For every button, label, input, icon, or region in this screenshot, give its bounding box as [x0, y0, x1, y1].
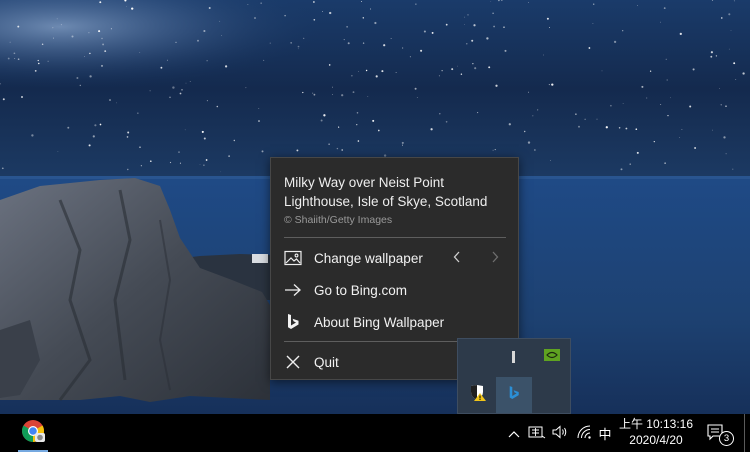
previous-wallpaper-button[interactable]: [447, 249, 467, 269]
clock-time: 上午 10:13:16: [618, 417, 694, 431]
chevron-up-icon: [508, 426, 520, 441]
chevron-right-icon: [490, 250, 500, 269]
show-desktop-button[interactable]: [744, 414, 745, 452]
about-bing-wallpaper-label: About Bing Wallpaper: [314, 314, 445, 330]
taskbar-button-chrome[interactable]: [12, 414, 54, 452]
bing-logo-icon: [281, 310, 305, 334]
go-to-bing-item[interactable]: Go to Bing.com: [277, 276, 513, 304]
image-icon: [281, 246, 305, 270]
nvidia-icon: [544, 348, 560, 366]
menu-separator: [284, 237, 506, 238]
go-to-bing-label: Go to Bing.com: [314, 282, 408, 298]
ime-mode-tray-item[interactable]: [527, 423, 547, 443]
change-wallpaper-item[interactable]: Change wallpaper: [277, 244, 513, 272]
volume-tray-item[interactable]: [551, 423, 569, 443]
notification-area-overflow: [457, 338, 571, 414]
action-center-button[interactable]: 3: [706, 423, 734, 446]
security-tray-item[interactable]: [460, 377, 496, 413]
hidden-tray-item[interactable]: [496, 339, 532, 375]
ime-mode-icon: [528, 425, 546, 442]
nvidia-tray-item[interactable]: [534, 339, 570, 375]
arrow-right-icon: [281, 278, 305, 302]
close-icon: [281, 350, 305, 374]
show-hidden-icons-button[interactable]: [506, 423, 522, 443]
clock-date: 2020/4/20: [629, 433, 683, 447]
wifi-icon: [576, 425, 592, 442]
about-bing-wallpaper-item[interactable]: About Bing Wallpaper: [277, 308, 513, 336]
input-language-indicator[interactable]: 中: [597, 423, 613, 443]
security-warning-icon: [469, 384, 487, 407]
wallpaper-title[interactable]: Milky Way over Neist Point Lighthouse, I…: [284, 173, 509, 211]
notification-count-badge: 3: [719, 431, 734, 446]
bing-wallpaper-icon: [508, 385, 520, 406]
chevron-left-icon: [452, 250, 462, 269]
network-tray-item[interactable]: [575, 423, 593, 443]
wallpaper-copyright: © Shaiith/Getty Images: [284, 214, 393, 226]
change-wallpaper-label: Change wallpaper: [314, 250, 423, 266]
quit-label: Quit: [314, 354, 339, 370]
bing-wallpaper-tray-item[interactable]: [496, 377, 532, 413]
next-wallpaper-button[interactable]: [485, 249, 505, 269]
taskbar-clock[interactable]: 上午 10:13:16 2020/4/20: [614, 416, 698, 450]
volume-icon: [551, 424, 569, 442]
taskbar: 中 上午 10:13:16 2020/4/20 3: [0, 414, 750, 452]
chrome-icon: [21, 419, 45, 448]
